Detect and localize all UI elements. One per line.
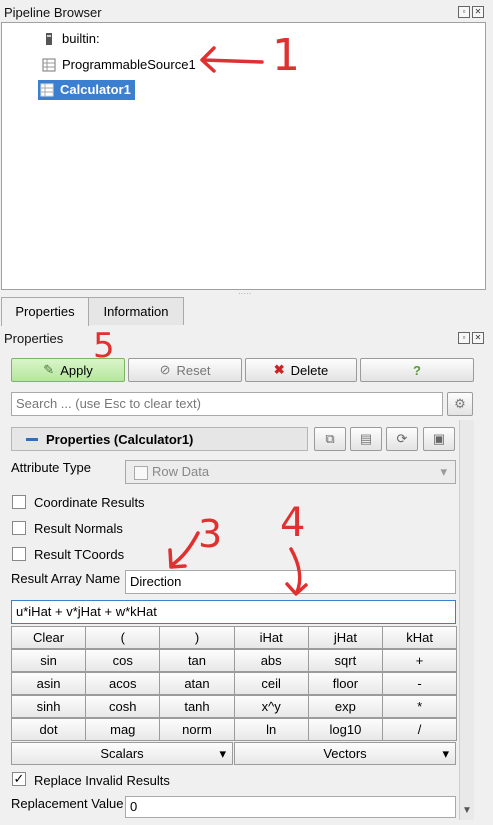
annotation-1: 1	[272, 30, 300, 81]
annotation-5: 5	[93, 326, 115, 366]
annotation-4: 4	[280, 500, 306, 546]
annotation-layer	[168, 46, 308, 596]
annotation-arrow-3	[168, 531, 200, 569]
annotation-arrow-4	[285, 547, 308, 596]
annotation-arrow-1	[200, 46, 264, 73]
annotation-3: 3	[198, 512, 223, 556]
